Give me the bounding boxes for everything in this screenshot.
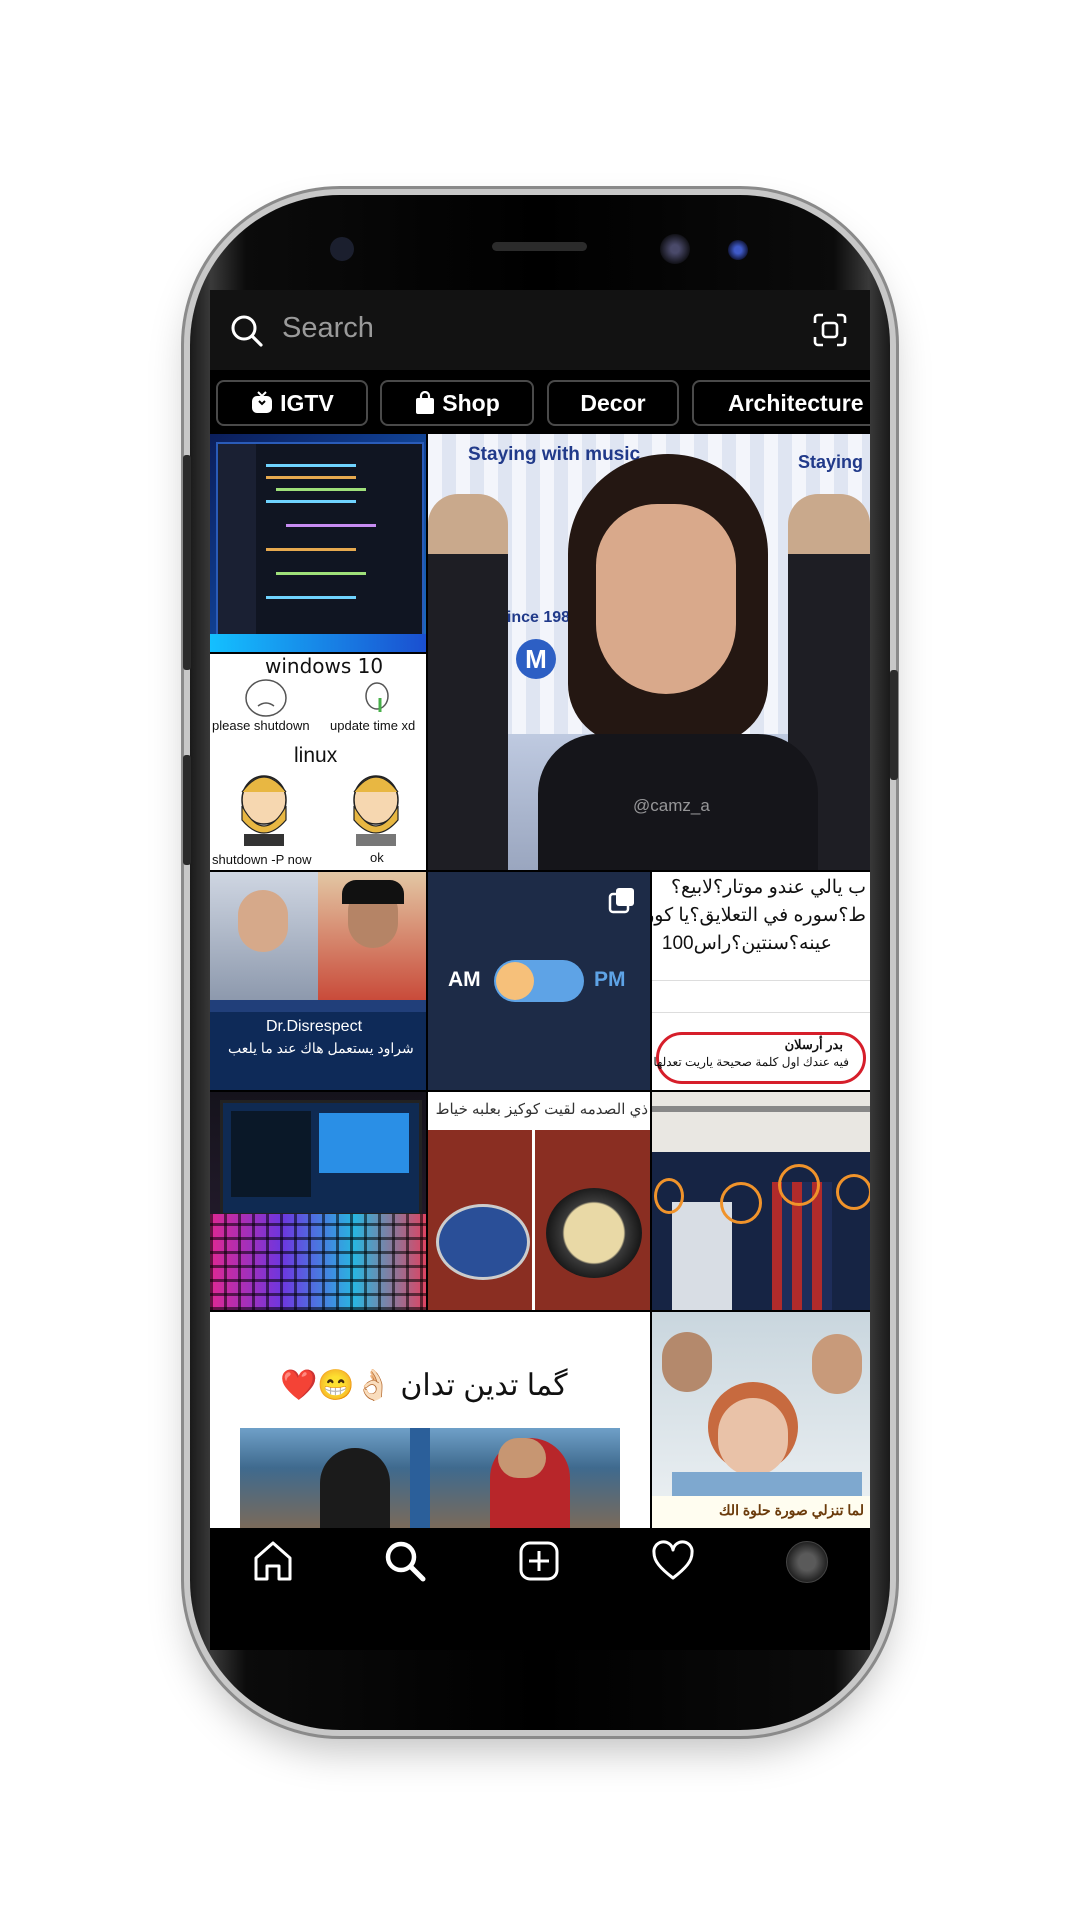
search-input[interactable]: Search	[282, 312, 374, 345]
chip-label: Shop	[442, 389, 500, 416]
chip-decor[interactable]: Decor	[547, 380, 679, 426]
chip-igtv[interactable]: IGTV	[216, 380, 368, 426]
post-thumbnail-screenshot[interactable]: ب يالي عندو موتار؟لابيع؟ ط؟سوره في التعل…	[652, 872, 870, 1090]
post-thumbnail-caption-sliver[interactable]: لما تنزلي صورة حلوة الك	[652, 1496, 870, 1528]
chip-label: Decor	[580, 389, 646, 416]
reply-bubble: بدر أرسلان فيه عندك اول كلمة صحيحة ياريت…	[653, 1032, 866, 1084]
meme-right-caption-2: ok	[370, 850, 384, 865]
ampm-toggle	[494, 960, 584, 1002]
meme-title-2: linux	[294, 744, 338, 767]
qr-scan-icon[interactable]	[812, 312, 848, 348]
chip-shop[interactable]: Shop	[380, 380, 534, 426]
laptop-screen	[220, 1100, 422, 1216]
home-icon[interactable]	[250, 1538, 296, 1584]
phone-screen: Search IGTV Shop Decor Architecture wind…	[210, 290, 870, 1650]
post-thumbnail-laptop[interactable]	[210, 1092, 426, 1310]
video-logo-badge: M	[516, 639, 556, 679]
video-man-left	[428, 494, 508, 870]
search-bar[interactable]: Search	[210, 290, 870, 370]
post-thumbnail-meme[interactable]: windows 10 please shutdown update time x…	[210, 654, 426, 870]
sliver-caption: لما تنزلي صورة حلوة الك	[719, 1502, 864, 1518]
meme-left-caption: please shutdown	[212, 718, 310, 733]
post-thumbnail-clothes[interactable]	[652, 1092, 870, 1310]
chip-architecture[interactable]: Architecture	[692, 380, 870, 426]
video-sign-text-right: Staying	[798, 452, 864, 472]
am-label: AM	[448, 968, 481, 991]
pm-label: PM	[594, 968, 626, 991]
highlight-circle	[720, 1182, 762, 1224]
highlight-circle	[836, 1174, 870, 1210]
meme-crying-face-icon	[365, 682, 389, 712]
video-sign-text: Staying with music	[468, 444, 641, 465]
cookies-caption: ذي الصدمه لقيت كوكيز بعلبه خياط	[435, 1101, 648, 1118]
phone-power-button	[890, 670, 898, 780]
video-woman-face	[596, 504, 736, 694]
news-subtitle: شراود يستعمل هاك عند ما يلعب	[228, 1040, 414, 1056]
category-chips: IGTV Shop Decor Architecture	[210, 370, 870, 430]
screenshot-line-2: ط؟سوره في التعلايق؟يا كور	[652, 905, 866, 926]
meme-sad-face-icon	[245, 679, 287, 717]
editor-window	[216, 442, 424, 636]
igtv-icon	[252, 391, 273, 413]
post-thumbnail-video-large[interactable]: Staying with music Staying since 1986 M …	[428, 434, 870, 870]
market-caption: گما تدين تدان 👌🏻😁❤️	[280, 1369, 568, 1402]
bottom-nav	[210, 1528, 870, 1594]
search-icon	[231, 315, 263, 347]
meme-chad-right-icon	[353, 775, 399, 846]
meme-left-caption-2: shutdown -P now	[212, 852, 312, 867]
post-thumbnail-news[interactable]: Dr.Disrespect شراود يستعمل هاك عند ما يل…	[210, 872, 426, 1090]
post-thumbnail-ampm[interactable]: AM PM	[428, 872, 650, 1090]
highlight-circle	[654, 1178, 684, 1214]
phone-volume-button	[183, 455, 191, 670]
front-sensor	[330, 237, 354, 261]
market-photo	[240, 1428, 620, 1528]
front-speaker	[492, 242, 587, 251]
reply-text: فيه عندك اول كلمة صحيحة ياريت تعدلها	[653, 1055, 849, 1069]
post-thumbnail-market[interactable]: گما تدين تدان 👌🏻😁❤️	[210, 1312, 650, 1528]
highlight-circle	[778, 1164, 820, 1206]
meme-right-caption: update time xd	[330, 718, 416, 733]
profile-avatar[interactable]	[786, 1541, 828, 1583]
search-nav-icon[interactable]	[382, 1538, 428, 1584]
new-post-icon[interactable]	[516, 1538, 562, 1584]
chip-label: Architecture	[728, 389, 864, 416]
phone-bottom-bezel	[210, 1594, 870, 1650]
front-camera	[660, 234, 690, 264]
meme-title: windows 10	[265, 654, 384, 678]
news-title: Dr.Disrespect	[266, 1018, 363, 1035]
heart-icon[interactable]	[650, 1538, 696, 1584]
post-thumbnail-cookies[interactable]: ذي الصدمه لقيت كوكيز بعلبه خياط	[428, 1092, 650, 1310]
meme-chad-left-icon	[241, 775, 287, 846]
explore-grid: windows 10 please shutdown update time x…	[210, 434, 870, 1528]
screenshot-line-1: ب يالي عندو موتار؟لابيع؟	[670, 877, 866, 898]
screenshot-line-3: عينه؟سنتين؟راس100	[661, 933, 832, 954]
video-watermark: @camz_a	[633, 796, 710, 815]
post-thumbnail-code-editor[interactable]	[210, 434, 426, 652]
shop-bag-icon	[416, 391, 435, 414]
cookie-tin	[436, 1204, 530, 1280]
reply-name: بدر أرسلان	[784, 1037, 843, 1052]
toggle-knob	[496, 962, 534, 1000]
video-sign-year: since 1986	[498, 609, 579, 626]
front-iris-sensor	[728, 240, 748, 260]
cookie-bowl	[546, 1188, 642, 1278]
phone-bixby-button	[183, 755, 191, 865]
carousel-icon	[608, 888, 634, 914]
chip-label: IGTV	[280, 389, 334, 416]
